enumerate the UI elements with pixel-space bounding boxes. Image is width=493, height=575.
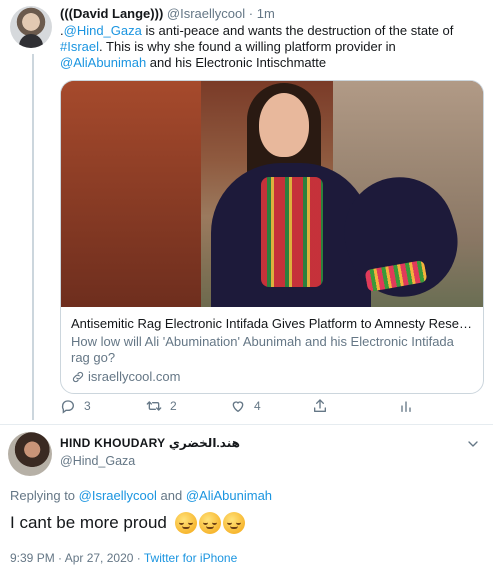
text-part: and his Electronic Intischmatte [146, 55, 327, 70]
link-icon [72, 371, 84, 382]
dot-separator: · [248, 6, 254, 21]
text-part: . This is why she found a willing platfo… [99, 39, 396, 54]
card-description: How low will Ali 'Abumination' Abunimah … [71, 334, 454, 365]
relieved-face-emoji [198, 512, 221, 534]
tweet-text: I cant be more proud [10, 512, 245, 534]
replying-prefix: Replying to [10, 488, 76, 503]
divider [0, 424, 493, 425]
card-image [61, 81, 483, 307]
tweet-time[interactable]: 1m [257, 6, 275, 21]
retweet-icon [146, 401, 162, 411]
avatar[interactable] [8, 432, 52, 476]
card-domain: israellycool.com [88, 369, 181, 384]
reply-count: 3 [84, 399, 91, 413]
card-text: Antisemitic Rag Electronic Intifada Give… [61, 307, 483, 384]
tweet-text: .@Hind_Gaza is anti-peace and wants the … [60, 23, 485, 71]
relieved-face-emoji [222, 512, 245, 534]
chevron-down-icon[interactable] [465, 436, 481, 452]
emoji-row [174, 512, 245, 534]
heart-icon [232, 401, 244, 413]
image-background-left [61, 81, 201, 307]
hashtag-link[interactable]: #Israel [60, 39, 99, 54]
image-embroidery [261, 177, 323, 287]
text-part: is anti-peace and wants the destruction … [141, 23, 454, 38]
retweet-button[interactable]: 2 [146, 398, 177, 414]
tweet-meta: 9:39 PM · Apr 27, 2020 · Twitter for iPh… [10, 551, 237, 565]
share-icon [314, 399, 326, 412]
analytics-icon [401, 401, 411, 412]
image-figure-face [259, 93, 309, 157]
tweet-source-link[interactable]: Twitter for iPhone [144, 551, 237, 565]
reply-icon [61, 400, 74, 414]
retweet-count: 2 [170, 399, 177, 413]
tweet-header: (((David Lange))) @Israellycool · 1m [60, 6, 275, 21]
avatar[interactable] [10, 6, 52, 48]
card-title: Antisemitic Rag Electronic Intifada Give… [71, 316, 473, 331]
mention-link[interactable]: @AliAbunimah [186, 488, 272, 503]
card-domain-row: israellycool.com [71, 369, 473, 384]
tweet-timestamp[interactable]: 9:39 PM · Apr 27, 2020 [10, 551, 133, 565]
user-handle[interactable]: @Hind_Gaza [60, 454, 135, 468]
thread-connector-line [32, 54, 34, 420]
tweet-text-content: I cant be more proud [10, 513, 167, 532]
mention-link[interactable]: @AliAbunimah [60, 55, 146, 70]
like-count: 4 [254, 399, 261, 413]
reply-button[interactable]: 3 [60, 398, 91, 414]
mention-link[interactable]: @Hind_Gaza [64, 23, 142, 38]
relieved-face-emoji [174, 512, 197, 534]
like-button[interactable]: 4 [230, 398, 261, 414]
replying-to-line: Replying to @Israellycool and @AliAbunim… [10, 488, 272, 503]
analytics-button[interactable] [398, 398, 414, 414]
user-handle[interactable]: @Israellycool [167, 6, 245, 21]
replying-joiner: and [160, 488, 183, 503]
share-button[interactable] [312, 398, 328, 414]
display-name[interactable]: (((David Lange))) [60, 6, 163, 21]
link-preview-card[interactable]: Antisemitic Rag Electronic Intifada Give… [60, 80, 484, 394]
mention-link[interactable]: @Israellycool [79, 488, 157, 503]
dot-separator: · [136, 551, 141, 565]
tweet-actions: 3 2 4 [60, 398, 480, 420]
display-name[interactable]: HIND KHOUDARY هند.الخضري [60, 436, 240, 450]
